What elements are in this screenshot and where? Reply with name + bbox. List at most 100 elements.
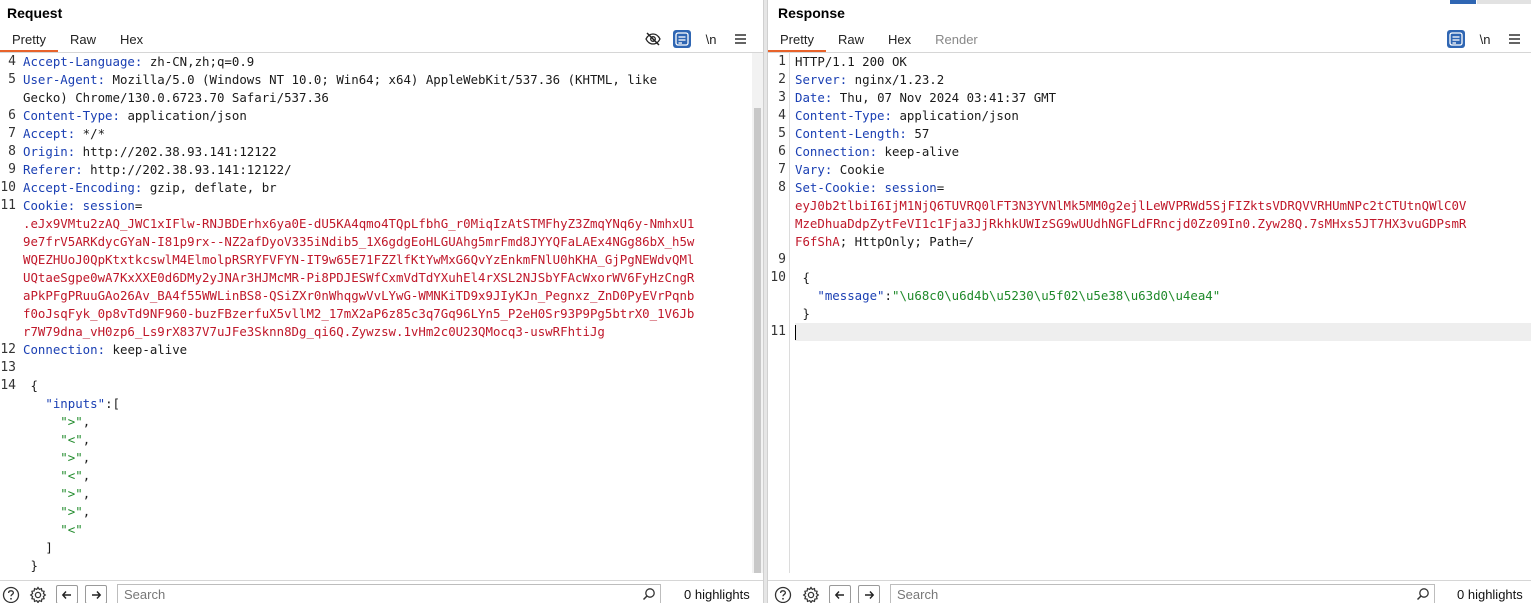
code-line[interactable]: Connection: keep-alive [795, 143, 1526, 161]
code-line[interactable]: Server: nginx/1.23.2 [795, 71, 1526, 89]
pretty-format-icon[interactable] [673, 30, 691, 48]
code-token: 9e7frV5ARKdycGYaN-I81p9rx--NZ2afDyoV335i… [23, 234, 695, 249]
code-line[interactable] [795, 251, 1526, 269]
code-token: Gecko) Chrome/130.0.6723.70 Safari/537.3… [23, 90, 329, 105]
tab-pretty[interactable]: Pretty [768, 30, 826, 52]
code-token: ">" [23, 486, 83, 501]
code-line[interactable]: ">", [23, 485, 751, 503]
code-line[interactable]: ">", [23, 449, 751, 467]
code-line[interactable]: .eJx9VMtu2zAQ_JWC1xIFlw-RNJBDErhx6ya0E-d… [23, 215, 751, 233]
code-token: , [82, 450, 91, 465]
code-token: Content-Length: [795, 126, 907, 141]
code-token: Origin: [23, 144, 76, 159]
tab-hex[interactable]: Hex [108, 30, 155, 52]
response-editor[interactable]: 1 2 3 4 5 6 7 8 9 10 11 HTTP/1.1 200 OK Server: ngi… [768, 53, 1531, 573]
code-line[interactable]: Connection: keep-alive [23, 341, 751, 359]
code-line[interactable]: Content-Length: 57 [795, 125, 1526, 143]
code-line[interactable]: } [795, 305, 1526, 323]
code-line[interactable]: Gecko) Chrome/130.0.6723.70 Safari/537.3… [23, 89, 751, 107]
code-line[interactable]: "<", [23, 431, 751, 449]
line-number: 7 [778, 162, 786, 177]
menu-icon[interactable] [1505, 30, 1523, 48]
request-scroll-thumb[interactable] [754, 108, 761, 573]
code-token: User-Agent: [23, 72, 106, 87]
code-token: http://202.38.93.141:12122/ [82, 162, 292, 177]
line-number: 3 [778, 90, 786, 105]
code-token: keep-alive [877, 144, 960, 159]
help-icon[interactable] [773, 585, 793, 603]
settings-gear-icon[interactable] [801, 585, 821, 603]
code-line[interactable] [23, 359, 751, 377]
newline-toggle[interactable]: \n [1476, 30, 1494, 48]
code-token: "inputs" [23, 396, 106, 411]
settings-gear-icon[interactable] [28, 585, 48, 603]
tab-raw[interactable]: Raw [58, 30, 108, 52]
code-line[interactable]: UQtaeSgpe0wA7KxXXE0d6DMy2yJNAr3HJMcMR-Pi… [23, 269, 751, 287]
code-token: , [82, 468, 91, 483]
help-icon[interactable] [1, 585, 21, 603]
code-line[interactable]: } [23, 557, 751, 573]
code-line[interactable]: { [795, 269, 1526, 287]
code-line[interactable]: Referer: http://202.38.93.141:12122/ [23, 161, 751, 179]
newline-toggle[interactable]: \n [702, 30, 720, 48]
code-token: "<" [23, 432, 83, 447]
code-line[interactable]: Origin: http://202.38.93.141:12122 [23, 143, 751, 161]
code-line[interactable] [795, 323, 1526, 341]
response-search-input[interactable]: Search [890, 584, 1435, 603]
tab-raw[interactable]: Raw [826, 30, 876, 52]
request-code[interactable]: Accept-Language: zh-CN,zh;q=0.9 User-Agen… [23, 53, 751, 573]
code-line[interactable]: F6fShA; HttpOnly; Path=/ [795, 233, 1526, 251]
menu-icon[interactable] [731, 30, 749, 48]
code-line[interactable]: ] [23, 539, 751, 557]
code-token: F6fShA [795, 234, 840, 249]
code-line[interactable]: r7W79dna_vH0zp6_Ls9rX837V7uJFe3Sknn8Dg_q… [23, 323, 751, 341]
request-editor[interactable]: 4 5 6 7 8 9 10 11 12 13 14 Accept-Language: zh-CN,… [0, 53, 763, 573]
code-line[interactable]: "<" [23, 521, 751, 539]
code-line[interactable]: Accept-Language: zh-CN,zh;q=0.9 [23, 53, 751, 71]
code-line[interactable]: "message":"\u68c0\u6d4b\u5230\u5f02\u5e3… [795, 287, 1526, 305]
code-line[interactable]: Content-Type: application/json [23, 107, 751, 125]
code-line[interactable]: { [23, 377, 751, 395]
code-token: ] [23, 540, 53, 555]
tab-hex[interactable]: Hex [876, 30, 923, 52]
code-line[interactable]: ">", [23, 413, 751, 431]
tab-pretty[interactable]: Pretty [0, 30, 58, 52]
code-line[interactable]: 9e7frV5ARKdycGYaN-I81p9rx--NZ2afDyoV335i… [23, 233, 751, 251]
code-line[interactable]: "<", [23, 467, 751, 485]
layout-toggle[interactable] [1450, 0, 1531, 4]
code-line[interactable]: aPkPFgPRuuGAo26Av_BA4f55WWLinBS8-QSiZXr0… [23, 287, 751, 305]
code-line[interactable]: Cookie: session= [23, 197, 751, 215]
hide-nonprintable-icon[interactable] [644, 30, 662, 48]
code-line[interactable]: User-Agent: Mozilla/5.0 (Windows NT 10.0… [23, 71, 751, 89]
line-number: 9 [778, 252, 786, 267]
code-token: Accept-Encoding: [23, 180, 143, 195]
code-line[interactable]: eyJ0b2tlbiI6IjM1NjQ6TUVRQ0lFT3N3YVNlMk5M… [795, 197, 1526, 215]
search-next-button[interactable] [858, 585, 880, 603]
search-previous-button[interactable] [829, 585, 851, 603]
search-next-button[interactable] [85, 585, 107, 603]
code-line[interactable]: Date: Thu, 07 Nov 2024 03:41:37 GMT [795, 89, 1526, 107]
code-line[interactable]: MzeDhuaDdpZytFeVI1c1Fja3JjRkhkUWIzSG9wUU… [795, 215, 1526, 233]
code-line[interactable]: Vary: Cookie [795, 161, 1526, 179]
code-line[interactable]: HTTP/1.1 200 OK [795, 53, 1526, 71]
tab-render[interactable]: Render [923, 30, 990, 52]
code-line[interactable]: Content-Type: application/json [795, 107, 1526, 125]
code-line[interactable]: "inputs":[ [23, 395, 751, 413]
request-search-input[interactable]: Search [117, 584, 661, 603]
code-line[interactable]: Accept-Encoding: gzip, deflate, br [23, 179, 751, 197]
code-line[interactable]: WQEZHUoJ0QpKtxtkcswlM4ElmolpRSRYFVFYN-IT… [23, 251, 751, 269]
line-number: 4 [778, 108, 786, 123]
code-token: */* [75, 126, 106, 141]
code-line[interactable]: Set-Cookie: session= [795, 179, 1526, 197]
response-code[interactable]: HTTP/1.1 200 OK Server: nginx/1.23.2 Date:… [795, 53, 1526, 341]
code-token: keep-alive [105, 342, 188, 357]
line-number: 9 [8, 162, 16, 177]
code-line[interactable]: f0oJsqFyk_0p8vTd9NF960-buzFBzerfuX5vllM2… [23, 305, 751, 323]
code-line[interactable]: ">", [23, 503, 751, 521]
request-scrollbar[interactable] [752, 53, 763, 573]
code-line[interactable]: Accept: */* [23, 125, 751, 143]
search-previous-button[interactable] [56, 585, 78, 603]
code-token: UQtaeSgpe0wA7KxXXE0d6DMy2yJNAr3HJMcMR-Pi… [23, 270, 695, 285]
request-search-bar: Search 0 highlights [0, 580, 763, 603]
pretty-format-icon[interactable] [1447, 30, 1465, 48]
